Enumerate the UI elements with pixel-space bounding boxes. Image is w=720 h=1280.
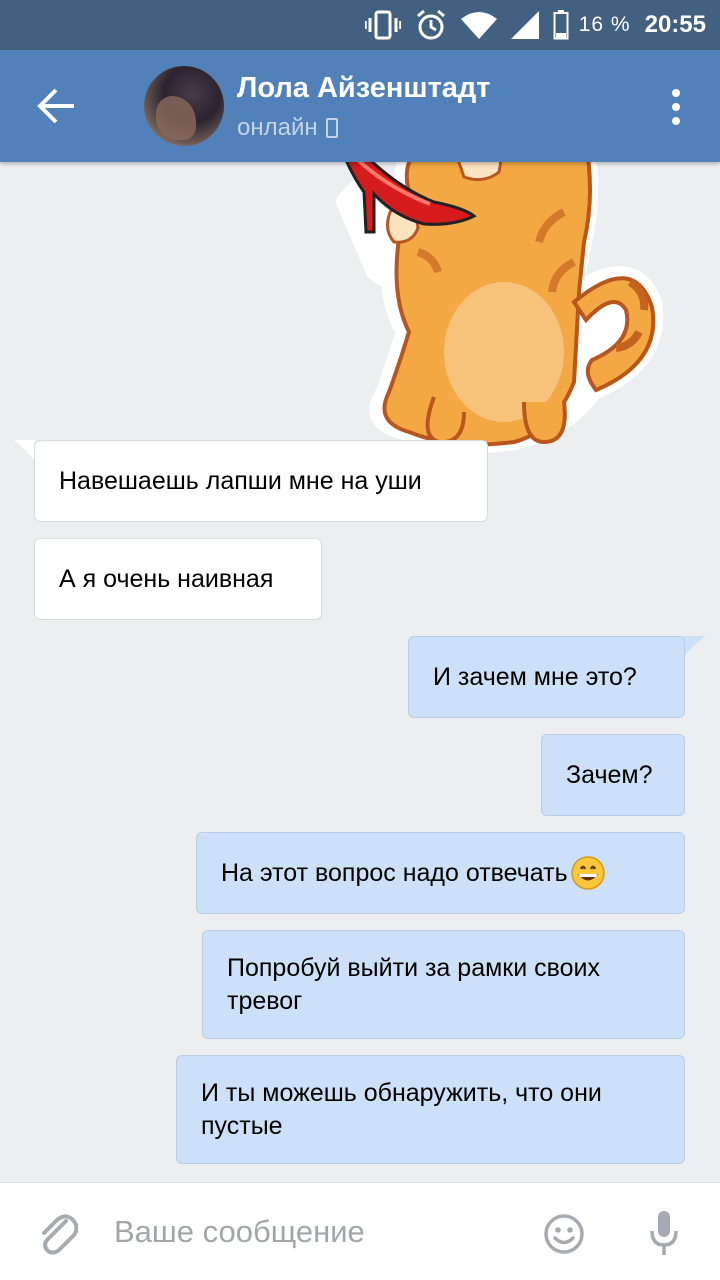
message-list[interactable]: Навешаешь лапши мне на уши А я очень наи… (0, 162, 720, 1182)
battery-icon (553, 10, 569, 40)
chat-header: Лола Айзенштадт онлайн (0, 50, 720, 162)
microphone-icon[interactable] (650, 1211, 678, 1255)
alarm-icon (416, 9, 445, 40)
battery-percent: 16 % (578, 13, 631, 36)
message-text: А я очень наивная (59, 564, 274, 593)
message-text: Попробуй выйти за рамки своих тревог (227, 953, 600, 1015)
more-vertical-icon[interactable] (664, 88, 688, 126)
wifi-icon (460, 12, 497, 39)
message-composer (0, 1182, 720, 1280)
paperclip-icon[interactable] (36, 1211, 78, 1255)
message-input[interactable] (114, 1207, 524, 1257)
outgoing-message[interactable]: На этот вопрос надо отвечать (196, 832, 685, 914)
message-text: Зачем? (566, 760, 653, 789)
message-text: И ты можешь обнаружить, что они пустые (201, 1078, 602, 1140)
message-text: На этот вопрос надо отвечать (221, 858, 568, 887)
mobile-phone-icon (325, 118, 338, 138)
outgoing-message[interactable]: И ты можешь обнаружить, что они пустые (176, 1055, 685, 1164)
contact-name[interactable]: Лола Айзенштадт (237, 72, 491, 105)
grinning-face-icon (570, 856, 605, 890)
smile-icon[interactable] (543, 1213, 585, 1255)
clock: 20:55 (644, 11, 706, 38)
outgoing-message[interactable]: И зачем мне это? (408, 636, 685, 718)
avatar[interactable] (144, 66, 224, 146)
message-text: И зачем мне это? (433, 662, 637, 691)
vibrate-icon (364, 10, 401, 40)
bubble-tail (682, 636, 706, 658)
outgoing-message[interactable]: Зачем? (541, 734, 685, 816)
signal-icon (510, 11, 539, 39)
incoming-message[interactable]: А я очень наивная (34, 538, 322, 620)
back-arrow-icon[interactable] (34, 86, 78, 126)
incoming-message[interactable]: Навешаешь лапши мне на уши (34, 440, 488, 522)
contact-status: онлайн (237, 114, 338, 142)
message-text: Навешаешь лапши мне на уши (59, 466, 422, 495)
bubble-tail (14, 440, 36, 462)
status-bar: 16 % 20:55 (0, 0, 720, 50)
outgoing-message[interactable]: Попробуй выйти за рамки своих тревог (202, 930, 685, 1039)
status-text: онлайн (237, 114, 318, 141)
